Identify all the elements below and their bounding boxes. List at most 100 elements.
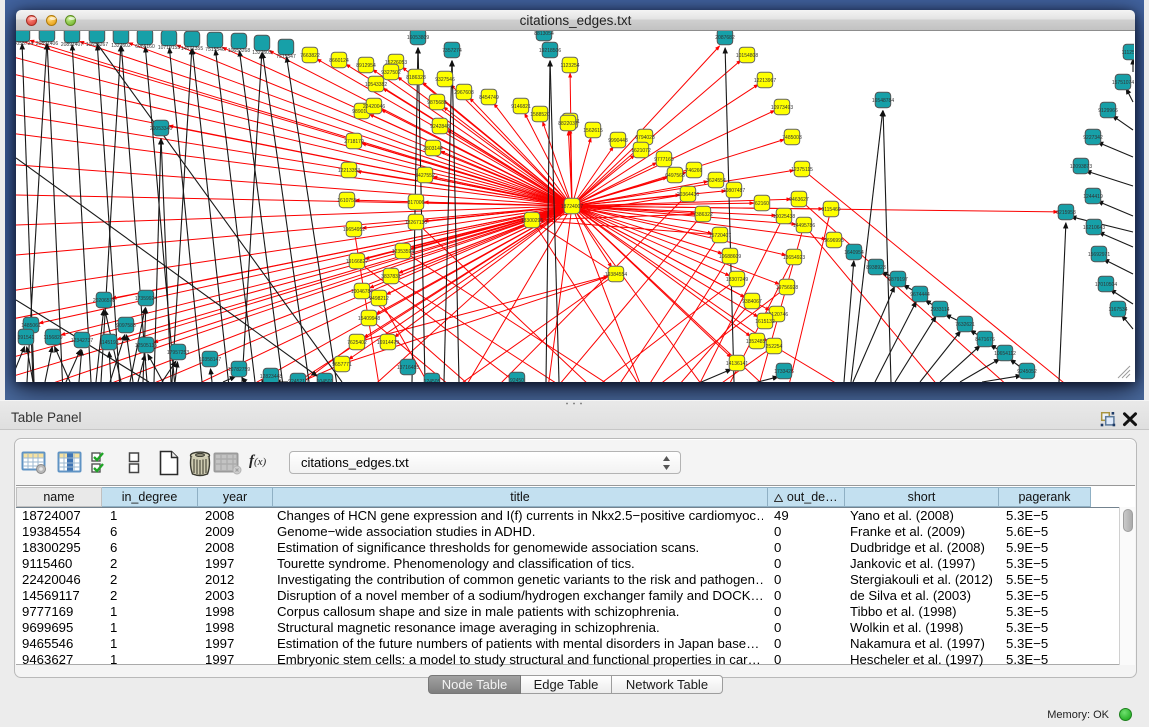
svg-text:18300295: 18300295 — [521, 218, 543, 224]
svg-text:9327546: 9327546 — [435, 77, 455, 83]
svg-text:1327603: 1327603 — [252, 50, 272, 56]
svg-text:10543382: 10543382 — [365, 82, 387, 88]
svg-text:8186328: 8186328 — [406, 75, 426, 81]
svg-text:1156829: 1156829 — [43, 335, 62, 341]
svg-text:20364436: 20364436 — [677, 192, 699, 198]
svg-text:1244419: 1244419 — [1083, 194, 1103, 200]
svg-text:10046786: 10046786 — [351, 289, 373, 295]
svg-text:12213353: 12213353 — [338, 168, 360, 174]
svg-text:9696995: 9696995 — [824, 238, 844, 244]
svg-text:10807487: 10807487 — [723, 188, 745, 194]
svg-text:14055724: 14055724 — [16, 41, 33, 47]
svg-text:6497568: 6497568 — [665, 173, 685, 179]
svg-text:16914479: 16914479 — [377, 340, 399, 346]
svg-text:2933114: 2933114 — [930, 307, 949, 313]
svg-text:9777169: 9777169 — [654, 157, 674, 163]
svg-text:1327602: 1327602 — [111, 43, 131, 49]
svg-text:15751074: 15751074 — [1112, 80, 1134, 86]
svg-text:9384067: 9384067 — [742, 299, 762, 305]
svg-text:2803144: 2803144 — [423, 146, 443, 152]
svg-text:13654923: 13654923 — [783, 255, 805, 261]
svg-text:3624554: 3624554 — [706, 178, 726, 184]
svg-text:6966160: 6966160 — [135, 44, 155, 50]
svg-text:8454749: 8454749 — [479, 95, 499, 101]
svg-text:8912954: 8912954 — [356, 63, 376, 69]
svg-text:18267130: 18267130 — [405, 220, 427, 226]
svg-text:1562615: 1562615 — [583, 128, 603, 134]
svg-text:20206578: 20206578 — [93, 298, 115, 304]
svg-text:1621072: 1621072 — [631, 148, 651, 154]
svg-text:9097588: 9097588 — [116, 323, 136, 329]
svg-text:9875685: 9875685 — [427, 100, 447, 106]
svg-text:14671355: 14671355 — [181, 46, 203, 52]
svg-text:16210643: 16210643 — [1083, 225, 1105, 231]
svg-text:16548784: 16548784 — [872, 98, 894, 104]
svg-text:19756928: 19756928 — [776, 285, 798, 291]
svg-text:15720407: 15720407 — [709, 233, 731, 239]
svg-text:10653268: 10653268 — [228, 48, 250, 54]
svg-text:1112504: 1112504 — [1122, 50, 1134, 56]
svg-text:10719155: 10719155 — [158, 45, 180, 51]
svg-text:9245052: 9245052 — [1017, 369, 1037, 375]
svg-text:15409948: 15409948 — [358, 316, 380, 322]
svg-text:746266: 746266 — [686, 168, 703, 174]
svg-text:1588520: 1588520 — [530, 112, 550, 118]
svg-text:1145193: 1145193 — [99, 340, 118, 346]
svg-text:19654952: 19654952 — [343, 227, 365, 233]
svg-text:12353594: 12353594 — [392, 249, 414, 255]
svg-text:12505135: 12505135 — [135, 343, 157, 349]
svg-text:2087682: 2087682 — [715, 35, 735, 41]
svg-text:9115460: 9115460 — [821, 207, 840, 213]
svg-text:9227342: 9227342 — [1083, 135, 1103, 141]
svg-text:9242848: 9242848 — [430, 124, 450, 130]
svg-text:9463627: 9463627 — [789, 197, 809, 203]
svg-text:124505: 124505 — [424, 379, 441, 382]
svg-text:3837831: 3837831 — [381, 274, 401, 280]
svg-text:19384554: 19384554 — [605, 272, 627, 278]
svg-text:10782759: 10782759 — [228, 367, 250, 373]
svg-text:9498212: 9498212 — [369, 296, 389, 302]
svg-text:12375115: 12375115 — [791, 167, 813, 173]
svg-text:8822037: 8822037 — [558, 121, 578, 127]
svg-text:19166827: 19166827 — [346, 259, 368, 265]
svg-text:12342737: 12342737 — [71, 338, 93, 344]
svg-text:1733426: 1733426 — [774, 369, 794, 375]
svg-text:1123254: 1123254 — [560, 63, 579, 69]
svg-text:10358147: 10358147 — [199, 357, 221, 363]
svg-text:12823448: 12823448 — [260, 374, 282, 380]
svg-text:12093873: 12093873 — [1070, 164, 1092, 170]
svg-text:20053346: 20053346 — [150, 126, 172, 132]
svg-text:22420046: 22420046 — [363, 104, 385, 110]
svg-text:8938923: 8938923 — [866, 265, 886, 271]
svg-text:817006: 817006 — [408, 200, 425, 206]
svg-text:2967608: 2967608 — [454, 90, 474, 96]
svg-text:10654112: 10654112 — [994, 351, 1016, 357]
svg-text:20891406: 20891406 — [36, 41, 58, 47]
svg-text:7485003: 7485003 — [782, 135, 802, 141]
svg-text:16053809: 16053809 — [407, 35, 429, 41]
svg-text:8813054: 8813054 — [534, 31, 554, 37]
svg-text:9674444: 9674444 — [910, 292, 930, 298]
svg-text:62160: 62160 — [755, 201, 769, 207]
svg-text:9657771: 9657771 — [332, 362, 352, 368]
svg-text:17359924: 17359924 — [135, 296, 157, 302]
svg-text:6879197: 6879197 — [888, 277, 908, 283]
svg-text:6794028: 6794028 — [635, 135, 655, 141]
svg-text:10154808: 10154808 — [736, 53, 758, 59]
svg-text:9245210: 9245210 — [288, 379, 308, 382]
svg-text:20891407: 20891407 — [61, 42, 83, 48]
svg-text:2718170: 2718170 — [344, 139, 364, 145]
svg-text:19218506: 19218506 — [539, 48, 561, 54]
svg-text:7632621: 7632621 — [955, 322, 975, 328]
svg-text:1167534: 1167534 — [1108, 307, 1127, 313]
svg-text:14495786: 14495786 — [793, 223, 815, 229]
svg-text:391541: 391541 — [18, 335, 35, 341]
svg-text:1485061: 1485061 — [21, 323, 41, 329]
svg-text:14136141: 14136141 — [726, 361, 748, 367]
svg-text:18724007: 18724007 — [561, 204, 583, 210]
svg-text:8427552: 8427552 — [415, 173, 435, 179]
svg-text:10025438: 10025438 — [773, 214, 795, 220]
svg-text:9129966: 9129966 — [1098, 108, 1118, 114]
svg-text:7663822: 7663822 — [300, 53, 320, 59]
svg-text:17010504: 17010504 — [1095, 282, 1117, 288]
